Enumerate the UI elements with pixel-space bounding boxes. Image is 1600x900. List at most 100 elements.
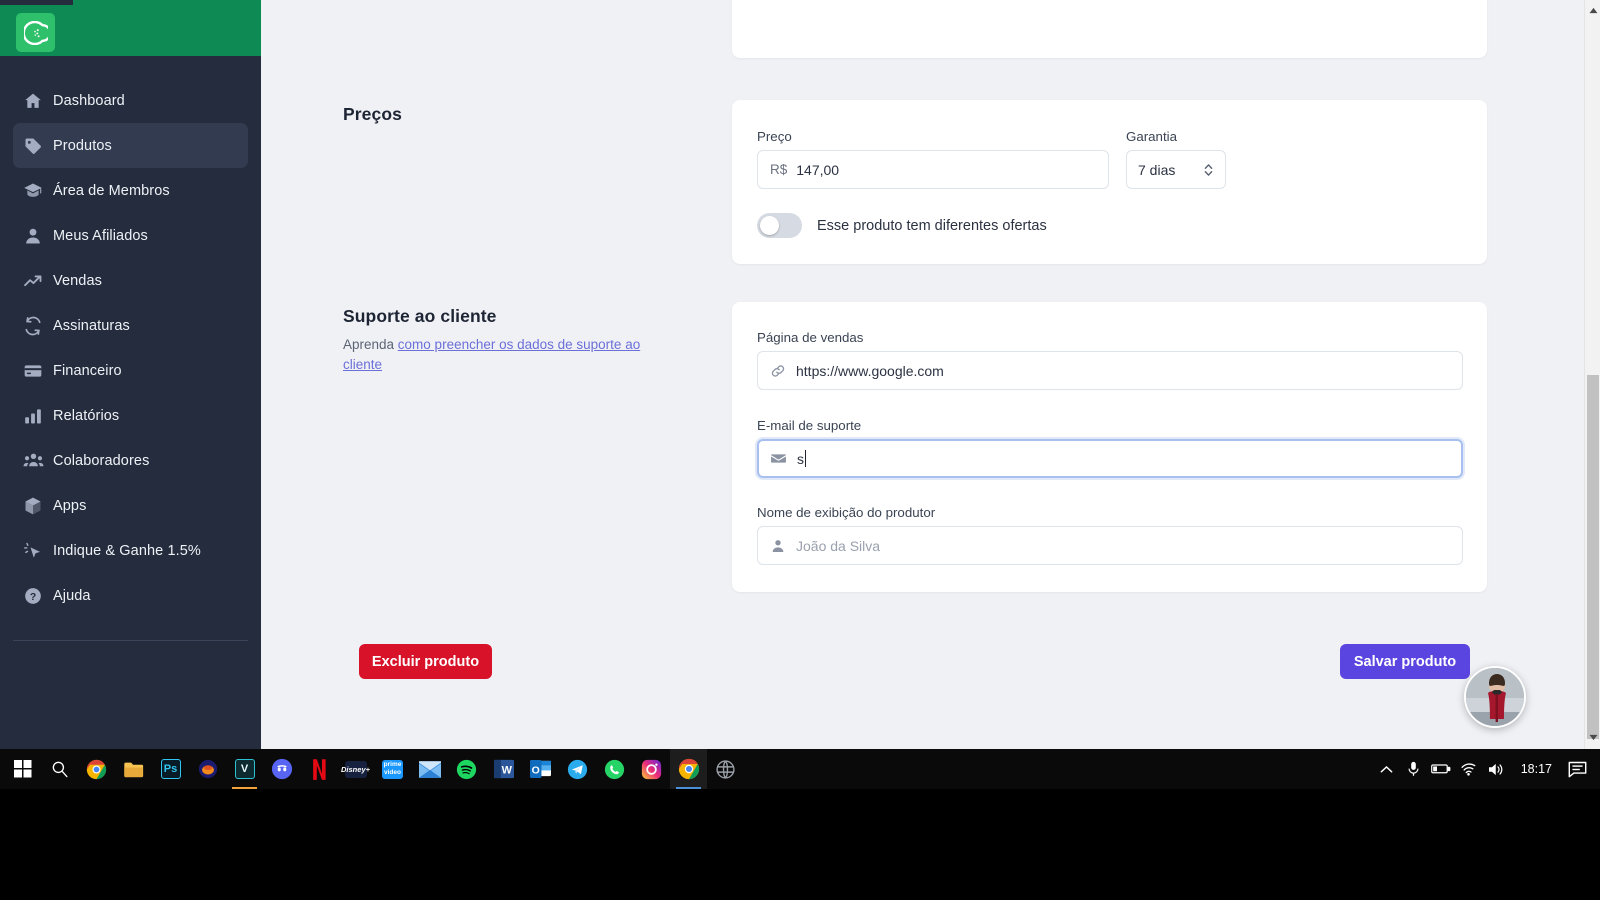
scroll-thumb[interactable] (1587, 375, 1599, 739)
price-input[interactable]: R$ 147,00 (757, 150, 1109, 189)
sidebar-item-meus-afiliados[interactable]: Meus Afiliados (13, 213, 248, 258)
chrome-active-window[interactable] (670, 749, 707, 789)
support-help-prefix: Aprenda (343, 337, 398, 352)
system-tray: 18:17 (1373, 749, 1600, 789)
prime-video-button[interactable]: prime video (374, 749, 411, 789)
sidebar: Dashboard Produtos Área de Membros Meus … (0, 56, 261, 749)
kiwify-logo-icon (16, 13, 55, 52)
sidebar-item-produtos[interactable]: Produtos (13, 123, 248, 168)
credit-card-icon (13, 361, 53, 381)
show-hidden-icons-button[interactable] (1373, 749, 1401, 789)
sidebar-item-dashboard[interactable]: Dashboard (13, 78, 248, 123)
disney-plus-button[interactable]: Disney+ (337, 749, 374, 789)
producer-name-label: Nome de exibição do produtor (757, 505, 936, 520)
sidebar-item-colaboradores[interactable]: Colaboradores (13, 438, 248, 483)
users-icon (13, 450, 53, 471)
graduation-cap-icon (13, 181, 53, 201)
price-label: Preço (757, 129, 792, 144)
tag-icon (13, 136, 53, 156)
svg-text:W: W (501, 765, 512, 777)
bar-chart-icon (13, 406, 53, 426)
sidebar-item-label: Dashboard (53, 92, 125, 109)
producer-name-field-group: Nome de exibição do produtor João da Sil… (757, 505, 1463, 565)
delete-product-button[interactable]: Excluir produto (359, 644, 492, 679)
vegas-pro-button[interactable]: V (226, 749, 263, 789)
search-taskbar-button[interactable] (41, 749, 78, 789)
svg-text:O: O (532, 765, 540, 776)
offers-toggle-row: Esse produto tem diferentes ofertas (757, 213, 1047, 238)
person-icon (770, 538, 786, 554)
taskbar-clock[interactable]: 18:17 (1511, 749, 1562, 789)
word-button[interactable]: W (485, 749, 522, 789)
start-button[interactable] (4, 749, 41, 789)
file-explorer-button[interactable] (115, 749, 152, 789)
sidebar-item-ajuda[interactable]: ? Ajuda (13, 573, 248, 618)
sidebar-item-label: Relatórios (53, 407, 120, 424)
sidebar-item-label: Colaboradores (53, 452, 150, 469)
taskbar-strip: Ps V Disney+ prime video W O 18:17 (0, 749, 1600, 789)
windows-taskbar: Ps V Disney+ prime video W O 18:17 (0, 749, 1600, 900)
mail-button[interactable] (411, 749, 448, 789)
scroll-down-arrow-icon[interactable] (1585, 729, 1600, 745)
chevron-updown-icon (1203, 162, 1214, 178)
taskbar-active-underline (232, 787, 257, 789)
sidebar-item-indique-ganhe[interactable]: Indique & Ganhe 1.5% (13, 528, 248, 573)
wifi-icon[interactable] (1455, 749, 1483, 789)
different-offers-label: Esse produto tem diferentes ofertas (817, 217, 1047, 234)
toggle-knob (760, 216, 779, 235)
sidebar-item-label: Área de Membros (53, 182, 170, 199)
sidebar-item-assinaturas[interactable]: Assinaturas (13, 303, 248, 348)
page-scrollbar[interactable] (1584, 0, 1600, 749)
different-offers-toggle[interactable] (757, 213, 802, 238)
photoshop-button[interactable]: Ps (152, 749, 189, 789)
spotify-button[interactable] (448, 749, 485, 789)
sidebar-item-relatorios[interactable]: Relatórios (13, 393, 248, 438)
refresh-icon (13, 316, 53, 336)
warranty-value: 7 dias (1138, 161, 1176, 178)
telegram-button[interactable] (559, 749, 596, 789)
sales-page-input[interactable]: https://www.google.com (757, 351, 1463, 390)
price-value: 147,00 (796, 161, 840, 178)
instagram-button[interactable] (633, 749, 670, 789)
sidebar-item-vendas[interactable]: Vendas (13, 258, 248, 303)
screen: Dashboard Produtos Área de Membros Meus … (0, 0, 1600, 900)
avatar[interactable] (1464, 666, 1526, 728)
netflix-button[interactable] (300, 749, 337, 789)
scroll-up-arrow-icon[interactable] (1585, 2, 1600, 18)
sidebar-item-financeiro[interactable]: Financeiro (13, 348, 248, 393)
whatsapp-button[interactable] (596, 749, 633, 789)
volume-icon[interactable] (1483, 749, 1511, 789)
outlook-button[interactable]: O (522, 749, 559, 789)
sidebar-item-area-de-membros[interactable]: Área de Membros (13, 168, 248, 213)
warranty-select[interactable]: 7 dias (1126, 150, 1226, 189)
save-product-button[interactable]: Salvar produto (1340, 644, 1470, 679)
price-field-group: Preço R$ 147,00 (757, 129, 1109, 189)
text-caret (805, 450, 806, 467)
producer-name-input[interactable]: João da Silva (757, 526, 1463, 565)
battery-icon[interactable] (1427, 749, 1455, 789)
pricing-card: Preço R$ 147,00 Garantia 7 dias Esse pro… (732, 100, 1487, 264)
sidebar-nav-list: Dashboard Produtos Área de Membros Meus … (0, 56, 261, 618)
page-section-title-suporte: Suporte ao cliente (343, 306, 497, 326)
support-email-field-group: E-mail de suporte s (757, 418, 1463, 478)
discord-button[interactable] (263, 749, 300, 789)
oracle-app-button[interactable] (189, 749, 226, 789)
warranty-label: Garantia (1126, 129, 1177, 144)
main-content: Preço s Preço R$ 147,00 Garantia 7 dias E… (261, 0, 1552, 749)
sales-page-value: https://www.google.com (796, 362, 944, 379)
support-email-input[interactable]: s (757, 439, 1463, 478)
sidebar-item-label: Apps (53, 497, 87, 514)
currency-prefix: R$ (770, 162, 788, 177)
sidebar-item-label: Financeiro (53, 362, 122, 379)
chrome-taskbar-button[interactable] (78, 749, 115, 789)
sales-page-label: Página de vendas (757, 330, 864, 345)
brand-logo-tile[interactable] (16, 13, 55, 52)
notification-icon[interactable] (1562, 749, 1592, 789)
sidebar-item-apps[interactable]: Apps (13, 483, 248, 528)
microphone-icon[interactable] (1401, 749, 1427, 789)
cursor-click-icon (13, 541, 53, 561)
envelope-icon (770, 450, 787, 467)
sidebar-item-label: Meus Afiliados (53, 227, 148, 244)
browser-page: Dashboard Produtos Área de Membros Meus … (0, 0, 1600, 749)
browser-other-button[interactable] (707, 749, 744, 789)
